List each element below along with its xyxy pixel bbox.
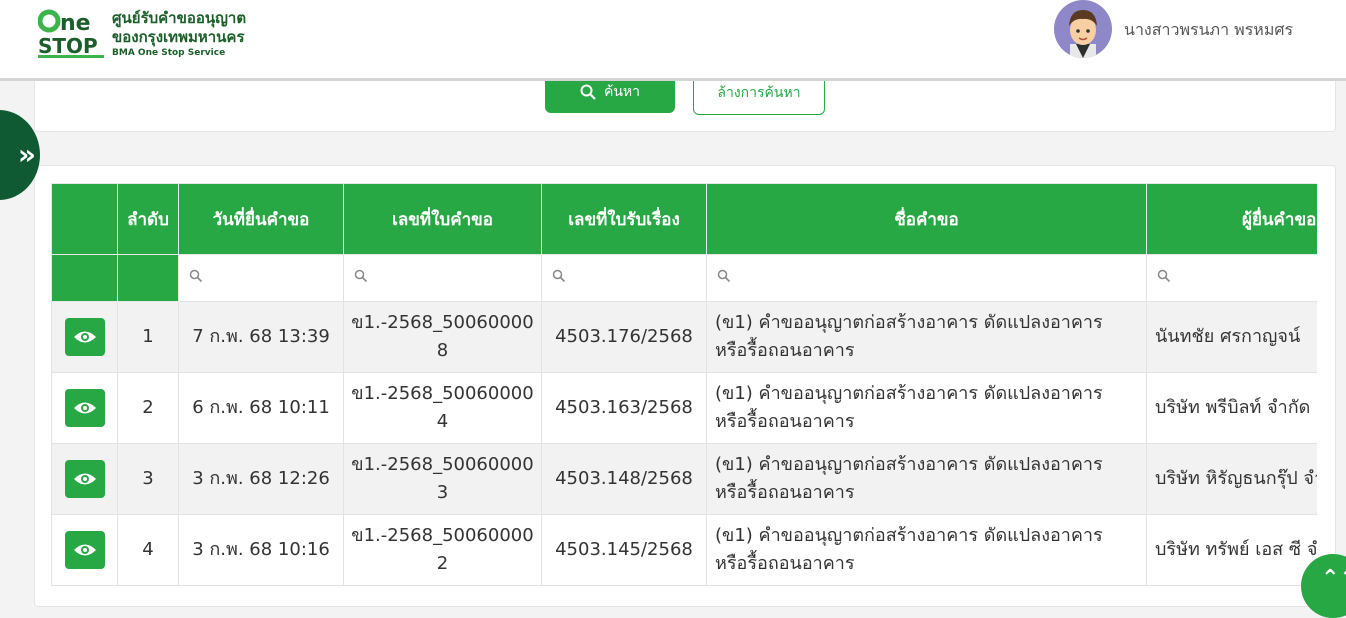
submit-date-cell: 3 ก.พ. 68 10:16 [178, 514, 344, 586]
receipt-no-cell: 4503.163/2568 [541, 372, 707, 444]
one-stop-logo-mark: ne STOP [38, 9, 104, 58]
filter-receipt-no[interactable] [541, 254, 707, 302]
double-chevron-up-icon: ⌃⌃ [1321, 566, 1346, 591]
request-no-cell: ข1.-2568_500600008 [343, 301, 542, 373]
column-header-applicant[interactable]: ผู้ยื่นคำขอ [1146, 183, 1317, 255]
clear-search-label: ล้างการค้นหา [717, 85, 801, 101]
view-button[interactable] [64, 389, 105, 427]
filter-cell-empty [117, 254, 179, 302]
request-no-cell: ข1.-2568_500600003 [343, 443, 542, 515]
column-header-submit-date[interactable]: วันที่ยื่นคำขอ [178, 183, 344, 255]
column-header-request-no[interactable]: เลขที่ใบคำขอ [343, 183, 542, 255]
applicant-cell: บริษัท พรีบิลท์ จำกัด (มหาชน) [1146, 372, 1317, 444]
request-name-cell: (ข1) คำขออนุญาตก่อสร้างอาคาร ดัดแปลงอาคา… [706, 301, 1147, 373]
column-header-request-name[interactable]: ชื่อคำขอ [706, 183, 1147, 255]
applicant-cell: บริษัท ทรัพย์ เอส ซี จำกัด [1146, 514, 1317, 586]
filter-request-no[interactable] [343, 254, 542, 302]
request-name-cell: (ข1) คำขออนุญาตก่อสร้างอาคาร ดัดแปลงอาคา… [706, 372, 1147, 444]
receipt-no-cell: 4503.176/2568 [541, 301, 707, 373]
actions-cell [51, 443, 118, 515]
filter-cell-empty [51, 254, 118, 302]
column-header-receipt-no[interactable]: เลขที่ใบรับเรื่อง [541, 183, 707, 255]
order-cell: 3 [117, 443, 179, 515]
filter-submit-date[interactable] [178, 254, 344, 302]
submit-date-cell: 7 ก.พ. 68 13:39 [178, 301, 344, 373]
filter-request-name[interactable] [706, 254, 1147, 302]
request-no-cell: ข1.-2568_500600004 [343, 372, 542, 444]
logo-subtitle: BMA One Stop Service [112, 48, 226, 58]
request-name-cell: (ข1) คำขออนุญาตก่อสร้างอาคาร ดัดแปลงอาคา… [706, 443, 1147, 515]
table-header-row: ลำดับ วันที่ยื่นคำขอ เลขที่ใบคำขอ เลขที่… [51, 183, 1317, 255]
view-button[interactable] [64, 460, 105, 498]
logo-title-line1: ศูนย์รับคำขออนุญาต [112, 9, 247, 27]
eye-icon [73, 473, 96, 485]
actions-cell [51, 301, 118, 373]
top-header: ne STOP ศูนย์รับคำขออนุญาต ของกรุงเทพมหา… [0, 0, 1346, 81]
search-icon [1157, 269, 1171, 283]
table-row[interactable]: 2 6 ก.พ. 68 10:11 ข1.-2568_500600004 450… [51, 372, 1317, 444]
view-button[interactable] [64, 531, 105, 569]
request-no-cell: ข1.-2568_500600002 [343, 514, 542, 586]
bma-one-stop-logo[interactable]: ne STOP ศูนย์รับคำขออนุญาต ของกรุงเทพมหา… [38, 7, 268, 62]
results-table: ลำดับ วันที่ยื่นคำขอ เลขที่ใบคำขอ เลขที่… [51, 183, 1317, 586]
avatar[interactable] [1054, 0, 1112, 58]
svg-text:ne: ne [60, 11, 91, 36]
receipt-no-cell: 4503.148/2568 [541, 443, 707, 515]
submit-date-cell: 3 ก.พ. 68 12:26 [178, 443, 344, 515]
eye-icon [73, 402, 96, 414]
search-button-label: ค้นหา [603, 84, 641, 100]
view-button[interactable] [64, 318, 105, 356]
column-header-actions [51, 183, 118, 255]
applicant-cell: นันทชัย ศรกาญจน์ [1146, 301, 1317, 373]
actions-cell [51, 514, 118, 586]
table-row[interactable]: 1 7 ก.พ. 68 13:39 ข1.-2568_500600008 450… [51, 301, 1317, 373]
search-icon [552, 269, 566, 283]
column-header-order[interactable]: ลำดับ [117, 183, 179, 255]
eye-icon [73, 331, 96, 343]
results-table-scroll[interactable]: ลำดับ วันที่ยื่นคำขอ เลขที่ใบคำขอ เลขที่… [51, 183, 1317, 613]
search-icon [189, 269, 203, 283]
actions-cell [51, 372, 118, 444]
double-chevron-right-icon: » [17, 138, 36, 171]
submit-date-cell: 6 ก.พ. 68 10:11 [178, 372, 344, 444]
request-name-cell: (ข1) คำขออนุญาตก่อสร้างอาคาร ดัดแปลงอาคา… [706, 514, 1147, 586]
order-cell: 4 [117, 514, 179, 586]
applicant-cell: บริษัท หิรัญธนกรุ๊ป จำกัด [1146, 443, 1317, 515]
filter-applicant[interactable] [1146, 254, 1317, 302]
filter-row [51, 254, 1317, 302]
search-icon [717, 269, 731, 283]
order-cell: 1 [117, 301, 179, 373]
table-row[interactable]: 4 3 ก.พ. 68 10:16 ข1.-2568_500600002 450… [51, 514, 1317, 586]
user-name[interactable]: นางสาวพรนภา พรหมศร [1124, 18, 1293, 43]
search-icon [354, 269, 368, 283]
search-icon [580, 84, 596, 100]
logo-title-line2: ของกรุงเทพมหานคร [112, 28, 245, 46]
svg-text:STOP: STOP [38, 34, 98, 58]
logo-text: ศูนย์รับคำขออนุญาต ของกรุงเทพมหานคร BMA … [112, 9, 246, 59]
eye-icon [73, 544, 96, 556]
results-panel: ลำดับ วันที่ยื่นคำขอ เลขที่ใบคำขอ เลขที่… [34, 165, 1336, 607]
receipt-no-cell: 4503.145/2568 [541, 514, 707, 586]
order-cell: 2 [117, 372, 179, 444]
avatar-icon [1069, 10, 1097, 58]
table-row[interactable]: 3 3 ก.พ. 68 12:26 ข1.-2568_500600003 450… [51, 443, 1317, 515]
